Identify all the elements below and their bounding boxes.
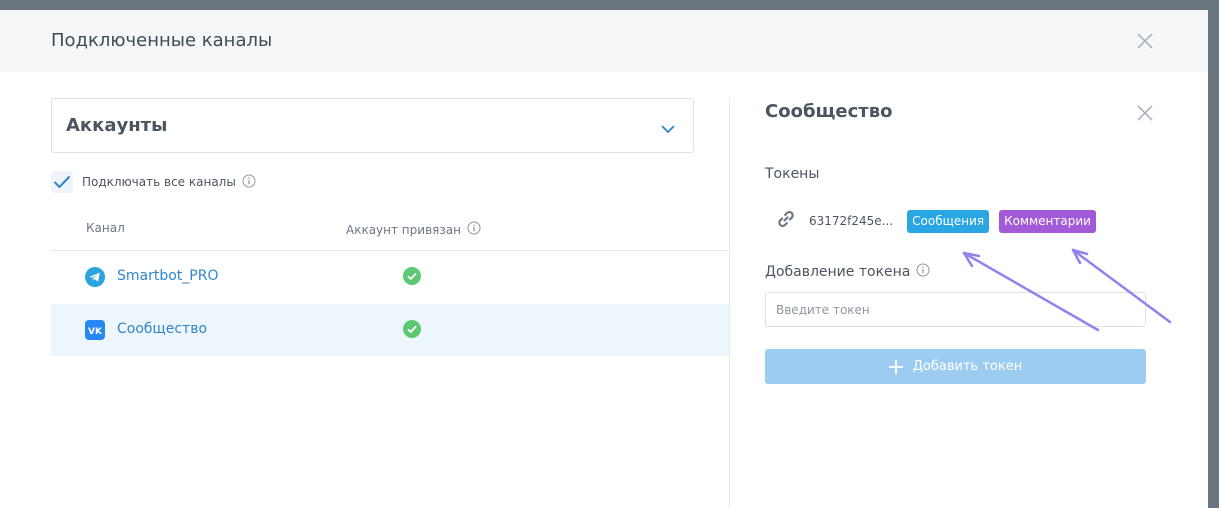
add-token-button[interactable]: Добавить токен (765, 349, 1146, 384)
telegram-icon (85, 267, 105, 291)
info-icon[interactable] (467, 221, 481, 238)
link-icon (776, 209, 796, 233)
add-token-section: Добавление токена (765, 263, 930, 281)
column-header-channel: Канал (86, 221, 125, 235)
panel-close-icon[interactable] (1136, 104, 1154, 122)
connect-all-checkbox[interactable] (51, 171, 73, 193)
info-icon[interactable] (242, 173, 256, 192)
modal-close-icon[interactable] (1136, 32, 1154, 50)
tokens-label: Токены (765, 166, 820, 182)
token-value: 63172f245e... (809, 214, 894, 228)
plus-icon (888, 359, 903, 374)
channel-name[interactable]: Smartbot_PRO (117, 268, 218, 284)
pane-divider (729, 98, 730, 508)
modal-header: Подключенные каналы (0, 10, 1208, 72)
accounts-select[interactable]: Аккаунты (51, 98, 694, 153)
channel-row-telegram[interactable]: Smartbot_PRO (51, 251, 729, 303)
info-icon[interactable] (916, 263, 930, 281)
add-token-label: Добавление токена (765, 264, 911, 280)
add-token-button-label: Добавить токен (912, 359, 1023, 374)
panel-title: Сообщество (765, 101, 893, 122)
token-input[interactable] (765, 292, 1146, 327)
channels-table-header: Канал Аккаунт привязан (51, 213, 729, 251)
token-item: 63172f245e... Сообщения Комментарии (776, 209, 1106, 233)
connect-all-row: Подключать все каналы (51, 170, 256, 194)
annotation-arrowhead (1071, 248, 1089, 265)
connected-channels-modal: Подключенные каналы Аккаунты Подключать … (0, 10, 1208, 508)
svg-text:VK: VK (88, 327, 103, 337)
channel-row-vk[interactable]: VK Сообщество (51, 304, 729, 356)
badge-comments: Комментарии (999, 209, 1096, 233)
connect-all-label: Подключать все каналы (82, 175, 236, 189)
annotation-arrowhead (962, 251, 981, 268)
linked-check-icon (403, 320, 421, 342)
channel-name[interactable]: Сообщество (117, 321, 207, 337)
linked-check-icon (403, 267, 421, 289)
chevron-down-icon (661, 119, 675, 138)
vk-icon: VK (85, 320, 105, 344)
column-header-linked-label: Аккаунт привязан (346, 222, 461, 237)
modal-title: Подключенные каналы (51, 30, 273, 51)
checkmark-icon (53, 175, 71, 189)
column-header-linked: Аккаунт привязан (346, 221, 481, 238)
accounts-select-value: Аккаунты (66, 115, 168, 136)
badge-messages: Сообщения (907, 209, 990, 233)
